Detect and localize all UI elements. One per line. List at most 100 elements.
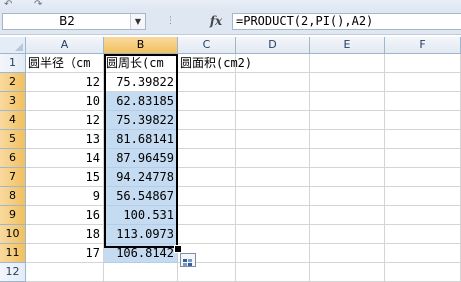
cell-c1[interactable]: 圆面积(cm2) <box>178 54 252 73</box>
cell-b7[interactable]: 94.24778 <box>104 168 178 187</box>
cell-f6[interactable] <box>385 149 461 168</box>
column-header-b[interactable]: B <box>104 37 178 54</box>
cell-a10[interactable]: 18 <box>26 225 104 244</box>
cell-b6[interactable]: 87.96459 <box>104 149 178 168</box>
column-header-f[interactable]: F <box>385 37 461 54</box>
cell-f12[interactable] <box>385 263 461 282</box>
cell-f3[interactable] <box>385 92 461 111</box>
row-header-10[interactable]: 10 <box>0 225 26 244</box>
cell-c9[interactable] <box>178 206 236 225</box>
cell-e1[interactable] <box>310 54 385 73</box>
redo-icon[interactable]: ↷ <box>34 0 42 10</box>
cell-a12[interactable] <box>26 263 104 282</box>
cell-d5[interactable] <box>236 130 310 149</box>
cell-a3[interactable]: 10 <box>26 92 104 111</box>
cell-b1[interactable]: 圆周长(cm <box>104 54 178 73</box>
cell-d10[interactable] <box>236 225 310 244</box>
cell-e11[interactable] <box>310 244 385 263</box>
insert-function-icon[interactable]: fx <box>203 13 229 30</box>
cell-a6[interactable]: 14 <box>26 149 104 168</box>
cell-d6[interactable] <box>236 149 310 168</box>
name-box-value[interactable]: B2 <box>3 14 131 29</box>
column-header-e[interactable]: E <box>310 37 385 54</box>
row-header-2[interactable]: 2 <box>0 73 26 92</box>
cell-b8[interactable]: 56.54867 <box>104 187 178 206</box>
cell-f5[interactable] <box>385 130 461 149</box>
cell-c2[interactable] <box>178 73 236 92</box>
name-box[interactable]: B2 ▼ <box>2 13 146 30</box>
cell-e8[interactable] <box>310 187 385 206</box>
cell-e7[interactable] <box>310 168 385 187</box>
cell-f9[interactable] <box>385 206 461 225</box>
cell-d8[interactable] <box>236 187 310 206</box>
select-all-button[interactable] <box>0 37 26 54</box>
worksheet-grid: A B C D E F 1 圆半径（cm 圆周长(cm 圆面积(cm2) 2 1… <box>0 37 461 282</box>
cell-e9[interactable] <box>310 206 385 225</box>
cell-b4[interactable]: 75.39822 <box>104 111 178 130</box>
cell-c3[interactable] <box>178 92 236 111</box>
column-header-c[interactable]: C <box>178 37 236 54</box>
cell-b12[interactable] <box>104 263 178 282</box>
cell-e5[interactable] <box>310 130 385 149</box>
row-header-1[interactable]: 1 <box>0 54 26 73</box>
cell-e3[interactable] <box>310 92 385 111</box>
cell-f10[interactable] <box>385 225 461 244</box>
row-header-7[interactable]: 7 <box>0 168 26 187</box>
cell-d3[interactable] <box>236 92 310 111</box>
cell-a11[interactable]: 17 <box>26 244 104 263</box>
cell-f8[interactable] <box>385 187 461 206</box>
cell-a5[interactable]: 13 <box>26 130 104 149</box>
cell-c7[interactable] <box>178 168 236 187</box>
cell-b9[interactable]: 100.531 <box>104 206 178 225</box>
row-header-6[interactable]: 6 <box>0 149 26 168</box>
cell-a8[interactable]: 9 <box>26 187 104 206</box>
cell-d1[interactable] <box>236 54 310 73</box>
cell-a9[interactable]: 16 <box>26 206 104 225</box>
cell-b2[interactable]: 75.39822 <box>104 73 178 92</box>
cell-d7[interactable] <box>236 168 310 187</box>
cell-b3[interactable]: 62.83185 <box>104 92 178 111</box>
cell-b5[interactable]: 81.68141 <box>104 130 178 149</box>
row-header-3[interactable]: 3 <box>0 92 26 111</box>
row-header-8[interactable]: 8 <box>0 187 26 206</box>
cell-e6[interactable] <box>310 149 385 168</box>
cell-f7[interactable] <box>385 168 461 187</box>
quick-analysis-icon[interactable] <box>180 253 196 267</box>
cell-e2[interactable] <box>310 73 385 92</box>
cell-d11[interactable] <box>236 244 310 263</box>
cell-a7[interactable]: 15 <box>26 168 104 187</box>
fill-handle[interactable] <box>174 245 182 253</box>
cell-d2[interactable] <box>236 73 310 92</box>
cell-a2[interactable]: 12 <box>26 73 104 92</box>
row-header-5[interactable]: 5 <box>0 130 26 149</box>
row-header-4[interactable]: 4 <box>0 111 26 130</box>
cell-b10[interactable]: 113.0973 <box>104 225 178 244</box>
cell-d12[interactable] <box>236 263 310 282</box>
cell-c6[interactable] <box>178 149 236 168</box>
cell-c5[interactable] <box>178 130 236 149</box>
column-header-a[interactable]: A <box>26 37 104 54</box>
row-header-11[interactable]: 11 <box>0 244 26 263</box>
row-header-9[interactable]: 9 <box>0 206 26 225</box>
cell-f11[interactable] <box>385 244 461 263</box>
cell-e12[interactable] <box>310 263 385 282</box>
cell-b11[interactable]: 106.8142 <box>104 244 178 263</box>
cell-a4[interactable]: 12 <box>26 111 104 130</box>
cell-f1[interactable] <box>385 54 461 73</box>
cell-c8[interactable] <box>178 187 236 206</box>
cell-f4[interactable] <box>385 111 461 130</box>
cell-e10[interactable] <box>310 225 385 244</box>
cell-c4[interactable] <box>178 111 236 130</box>
cell-e4[interactable] <box>310 111 385 130</box>
cell-d9[interactable] <box>236 206 310 225</box>
formula-bar-splitter-icon[interactable]: ⋮ <box>166 16 175 26</box>
undo-icon[interactable]: ↶ <box>4 0 12 10</box>
cell-c10[interactable] <box>178 225 236 244</box>
cell-a1[interactable]: 圆半径（cm <box>26 54 104 73</box>
formula-input[interactable]: =PRODUCT(2,PI(),A2) <box>232 13 461 30</box>
cell-d4[interactable] <box>236 111 310 130</box>
cell-f2[interactable] <box>385 73 461 92</box>
chevron-down-icon[interactable]: ▼ <box>130 14 145 29</box>
column-header-d[interactable]: D <box>236 37 310 54</box>
row-header-12[interactable]: 12 <box>0 263 26 282</box>
